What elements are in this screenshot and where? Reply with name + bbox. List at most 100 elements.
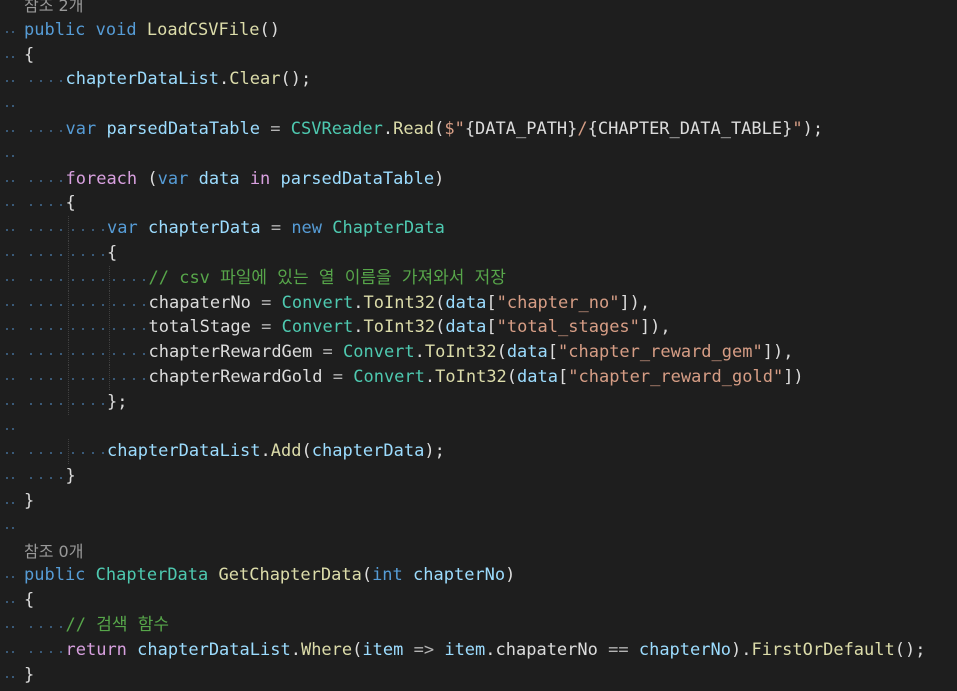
code-token: "total_stages": [496, 317, 640, 338]
code-token: .: [260, 441, 271, 462]
code-token: =: [261, 292, 272, 313]
code-token: [: [558, 367, 569, 387]
code-token: ]),: [639, 317, 671, 338]
indent-guides: [0, 514, 60, 539]
code-text: chapterRewardGem = Convert.ToInt32(data[…: [149, 340, 794, 365]
code-token: chapterNo: [638, 639, 731, 660]
code-token: ]),: [619, 292, 651, 313]
code-line: {: [0, 191, 957, 216]
code-token: );: [802, 119, 824, 139]
code-line: {: [0, 43, 957, 68]
code-token: Add: [270, 441, 302, 462]
code-line: var parsedDataTable = CSVReader.Read($"{…: [0, 117, 957, 142]
code-line: }: [0, 489, 957, 514]
indent-guides: [0, 315, 145, 341]
reference-count-label[interactable]: 참조 0개: [24, 542, 83, 561]
indent-guides: [0, 216, 104, 242]
indent-guides: [0, 439, 104, 465]
indent-guides: [0, 117, 62, 142]
code-token: ]): [783, 367, 804, 387]
code-token: data: [198, 168, 240, 189]
indent-guides: [0, 92, 60, 117]
code-line: public ChapterData GetChapterData(int ch…: [0, 563, 957, 588]
code-text: totalStage = Convert.ToInt32(data["total…: [149, 315, 671, 340]
code-text: chapterRewardGold = Convert.ToInt32(data…: [149, 365, 804, 390]
code-token: public: [24, 19, 86, 40]
code-token: ToInt32: [363, 292, 436, 313]
code-token: (: [506, 367, 518, 387]
code-token: return: [65, 639, 127, 660]
code-token: Convert: [353, 367, 425, 387]
code-token: CSVReader: [290, 119, 383, 139]
code-token: chapterDataList: [65, 69, 220, 90]
code-line: chapterRewardGold = Convert.ToInt32(data…: [0, 365, 957, 390]
codelens-reference-count[interactable]: 참조 0개: [0, 539, 957, 564]
code-token: chapterDataList: [107, 441, 261, 462]
code-token: [: [486, 317, 497, 338]
code-token: =>: [413, 639, 435, 660]
code-token: {CHAPTER_DATA_TABLE}: [587, 119, 793, 139]
code-token: ==: [608, 639, 629, 660]
code-token: (: [435, 317, 446, 338]
code-token: =: [261, 317, 272, 338]
code-text: public ChapterData GetChapterData(int ch…: [24, 563, 515, 588]
code-token: {: [65, 193, 76, 214]
code-token: =: [332, 367, 343, 387]
code-text: 참조 0개: [24, 539, 83, 564]
code-token: }: [24, 491, 35, 511]
code-token: chapaterNo: [148, 292, 262, 313]
code-token: "chapter_reward_gold": [568, 367, 784, 387]
code-line: };: [0, 389, 957, 415]
indent-guides: [0, 613, 62, 638]
code-token: ();: [280, 69, 312, 90]
code-token: .: [382, 119, 394, 139]
code-token: (: [352, 639, 363, 660]
code-token: /: [577, 119, 588, 139]
code-token: ToInt32: [424, 342, 497, 363]
code-token: public: [24, 565, 86, 586]
code-token: =: [322, 342, 333, 363]
indent-guides: [0, 464, 62, 489]
code-token: var: [65, 119, 97, 139]
code-token: data: [517, 367, 558, 387]
code-line: [0, 142, 957, 167]
code-token: chapterRewardGem: [148, 342, 323, 363]
codelens-reference-count[interactable]: 참조 2개: [0, 0, 957, 18]
code-token: new: [291, 218, 323, 239]
code-text: };: [107, 390, 127, 415]
code-token: (: [434, 119, 445, 139]
code-token: ): [505, 565, 516, 586]
code-text: {: [66, 191, 76, 216]
code-text: chapaterNo = Convert.ToInt32(data["chapt…: [149, 291, 651, 316]
code-token: [: [547, 342, 559, 363]
code-line: var chapterData = new ChapterData: [0, 216, 957, 242]
code-token: }: [65, 466, 76, 487]
code-editor[interactable]: 참조 2개 public void LoadCSVFile(){chapterDa…: [0, 0, 957, 691]
code-line: foreach (var data in parsedDataTable): [0, 167, 957, 192]
code-token: {DATA_PATH}: [464, 119, 578, 139]
indent-guides: [0, 142, 60, 167]
reference-count-label[interactable]: 참조 2개: [24, 0, 83, 15]
code-token: .: [424, 367, 436, 387]
code-token: ChapterData: [332, 218, 445, 239]
code-text: foreach (var data in parsedDataTable): [66, 167, 445, 192]
code-token: .: [414, 342, 425, 363]
code-token: ();: [894, 639, 926, 660]
code-token: (: [137, 168, 158, 189]
indent-guides: [0, 67, 62, 92]
code-token: {: [24, 44, 35, 65]
code-token: .: [219, 69, 230, 90]
code-token: chapterDataList: [137, 639, 291, 660]
code-line: // csv 파일에 있는 열 이름을 가져와서 저장: [0, 265, 957, 291]
code-token: int: [372, 565, 403, 586]
code-text: 참조 2개: [24, 0, 83, 18]
